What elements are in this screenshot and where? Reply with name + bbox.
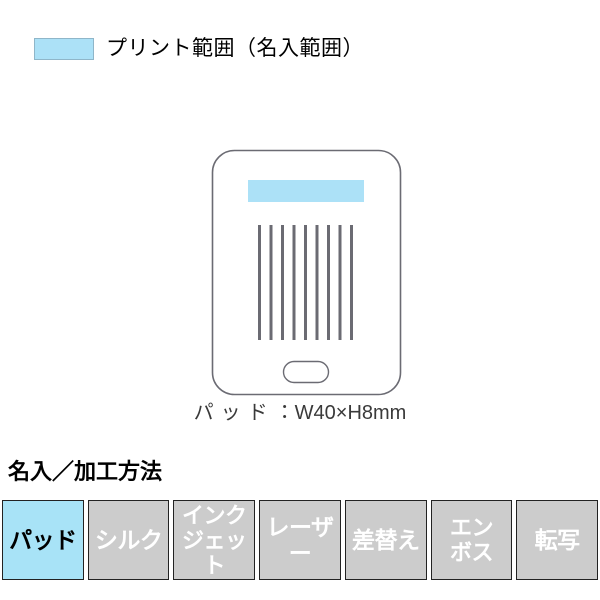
print-area-legend-label: プリント範囲（名入範囲）: [106, 37, 364, 60]
print-area-legend: プリント範囲（名入範囲）: [34, 38, 364, 60]
imprint-size-separator: ：: [274, 402, 295, 424]
method-chip-transfer[interactable]: 転写: [516, 500, 599, 580]
imprint-size-dimensions: W40×H8mm: [294, 402, 407, 424]
method-chip-list: パッド シルク インク ジェット レーザー 差替え エン ボス 転写: [2, 500, 599, 580]
print-area-swatch-icon: [34, 38, 94, 60]
method-chip-silk[interactable]: シルク: [87, 500, 170, 580]
method-section-heading: 名入／加工方法: [8, 459, 163, 484]
home-button: [282, 360, 330, 384]
method-chip-inkjet[interactable]: インク ジェット: [173, 500, 256, 580]
method-chip-emboss[interactable]: エン ボス: [430, 500, 513, 580]
method-chip-pad[interactable]: パッド: [2, 500, 84, 580]
grille-bars: [258, 225, 353, 340]
product-illustration: [0, 130, 600, 430]
print-area-rect: [248, 180, 364, 202]
imprint-size-caption: パッド：W40×H8mm: [0, 400, 600, 426]
method-chip-laser[interactable]: レーザー: [259, 500, 341, 580]
imprint-size-method: パッド: [193, 402, 275, 424]
method-chip-insert[interactable]: 差替え: [344, 500, 427, 580]
